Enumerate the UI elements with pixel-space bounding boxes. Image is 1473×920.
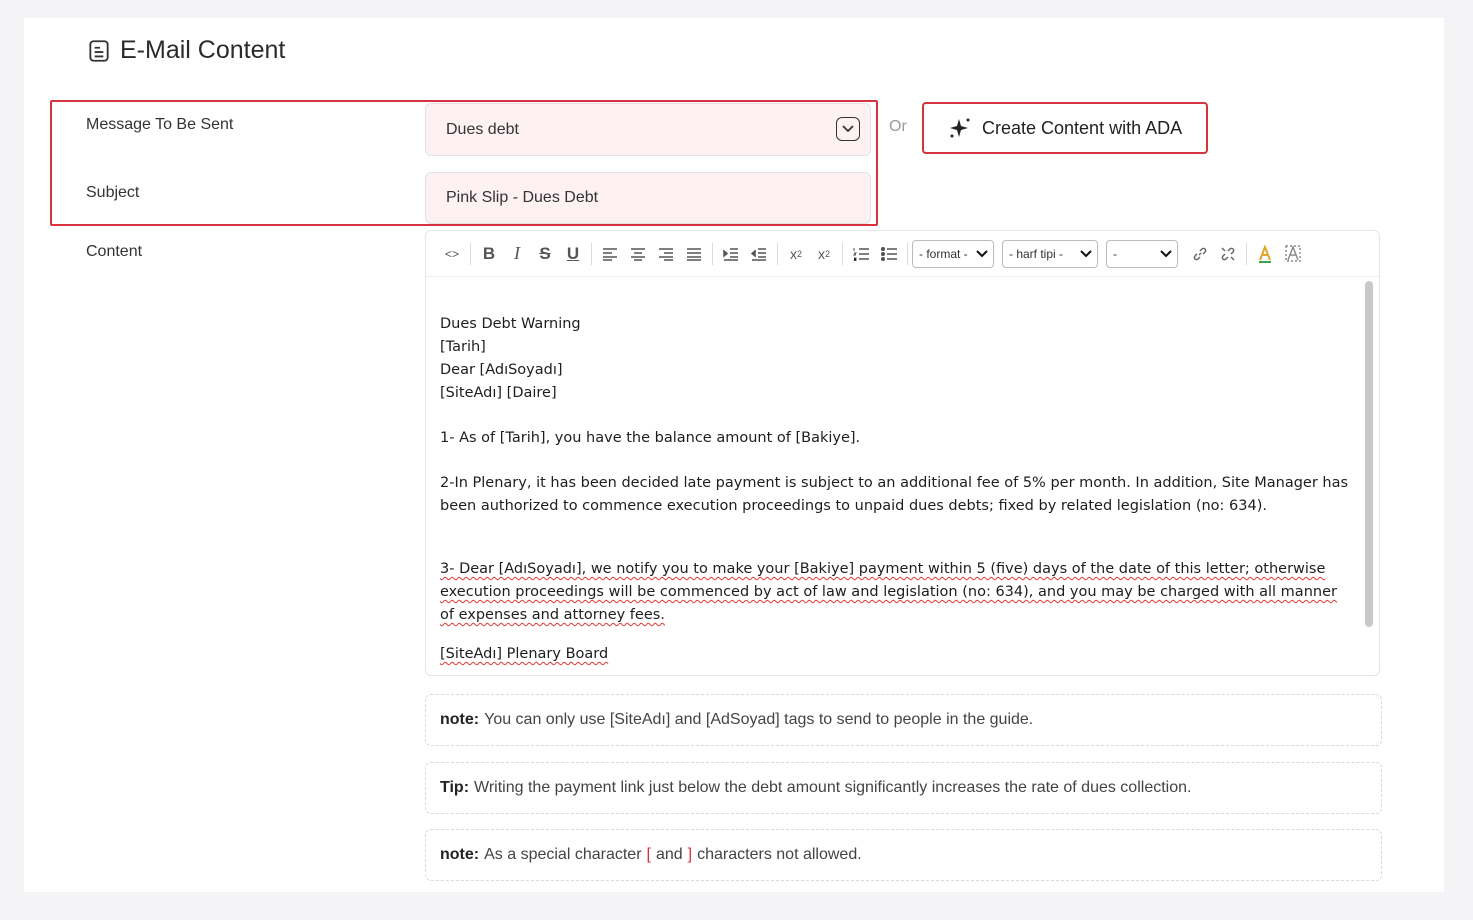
note-text-pre: As a special character	[484, 846, 642, 863]
subject-input[interactable]: Pink Slip - Dues Debt	[425, 172, 871, 224]
content-paragraph-3: 3- Dear [AdıSoyadı], we notify you to ma…	[440, 561, 1337, 623]
toolbar-divider	[842, 242, 843, 265]
unordered-list-icon[interactable]	[875, 240, 903, 268]
message-select[interactable]: Dues debt	[425, 103, 871, 156]
create-content-ada-button[interactable]: Create Content with ADA	[922, 102, 1208, 154]
document-icon	[89, 39, 109, 62]
strikethrough-button[interactable]: S	[531, 240, 559, 268]
note-text-and: and	[655, 846, 683, 863]
message-select-value: Dues debt	[446, 120, 519, 138]
or-text: Or	[889, 118, 907, 135]
font-select-value: - harf tipi -	[1009, 246, 1064, 261]
format-select[interactable]: - format -	[912, 239, 994, 268]
toolbar-divider	[907, 242, 908, 265]
open-bracket-char: [	[646, 846, 651, 863]
content-paragraph-1: 1- As of [Tarih], you have the balance a…	[440, 430, 861, 446]
font-select[interactable]: - harf tipi -	[1002, 239, 1098, 268]
align-left-icon[interactable]	[596, 240, 624, 268]
size-select[interactable]: -	[1106, 239, 1178, 268]
align-right-icon[interactable]	[652, 240, 680, 268]
content-paragraph-2: 2-In Plenary, it has been decided late p…	[440, 475, 1349, 514]
toolbar-divider	[777, 242, 778, 265]
sparkle-icon	[950, 118, 970, 138]
clear-format-icon[interactable]	[1279, 240, 1307, 268]
content-signature: [SiteAdı] Plenary Board	[440, 646, 609, 662]
ordered-list-icon[interactable]	[847, 240, 875, 268]
align-center-icon[interactable]	[624, 240, 652, 268]
chevron-down-icon	[1080, 249, 1092, 257]
toolbar-divider	[1246, 242, 1247, 265]
note-label: note:	[440, 846, 480, 863]
editor-scrollbar[interactable]	[1365, 281, 1373, 627]
note-text: You can only use [SiteAdı] and [AdSoyad]…	[484, 711, 1034, 728]
link-icon[interactable]	[1186, 240, 1214, 268]
toolbar-divider	[591, 242, 592, 265]
note-text-post: characters not allowed.	[697, 846, 862, 863]
source-code-icon[interactable]: <>	[438, 240, 466, 268]
outdent-icon[interactable]	[745, 240, 773, 268]
page-title: E-Mail Content	[120, 36, 286, 64]
indent-icon[interactable]	[717, 240, 745, 268]
superscript-button[interactable]: x2	[810, 240, 838, 268]
format-select-value: - format -	[919, 246, 968, 261]
underline-button[interactable]: U	[559, 240, 587, 268]
content-heading: Dues Debt Warning	[440, 316, 581, 332]
content-label: Content	[86, 243, 143, 260]
toolbar-divider	[712, 242, 713, 265]
text-color-icon[interactable]	[1251, 240, 1279, 268]
tip-text: Writing the payment link just below the …	[474, 779, 1192, 796]
content-date: [Tarih]	[440, 339, 486, 355]
toolbar-divider	[470, 242, 471, 265]
close-bracket-char: ]	[687, 846, 693, 863]
align-justify-icon[interactable]	[680, 240, 708, 268]
note-tags: note: You can only use [SiteAdı] and [Ad…	[425, 694, 1382, 746]
content-greeting: Dear [AdıSoyadı]	[440, 362, 563, 378]
bold-button[interactable]: B	[475, 240, 503, 268]
note-label: note:	[440, 711, 480, 728]
ada-button-label: Create Content with ADA	[982, 117, 1183, 138]
subscript-button[interactable]: x2	[782, 240, 810, 268]
italic-button[interactable]: I	[503, 240, 531, 268]
chevron-down-icon	[1160, 249, 1172, 257]
tip-label: Tip:	[440, 779, 470, 796]
section-title: E-Mail Content	[86, 36, 285, 65]
size-select-value: -	[1113, 246, 1117, 261]
subject-input-value: Pink Slip - Dues Debt	[446, 189, 599, 206]
tip-payment-link: Tip: Writing the payment link just below…	[425, 762, 1382, 814]
subject-label: Subject	[86, 184, 140, 201]
message-label: Message To Be Sent	[86, 116, 234, 133]
editor-toolbar: <> B I S U x2 x2 - format - - harf tipi …	[426, 231, 1379, 277]
chevron-down-icon[interactable]	[836, 117, 860, 141]
content-site: [SiteAdı] [Daire]	[440, 385, 557, 401]
unlink-icon[interactable]	[1214, 240, 1242, 268]
rich-text-editor[interactable]: <> B I S U x2 x2 - format - - harf tipi …	[425, 230, 1380, 676]
chevron-down-icon	[976, 249, 988, 257]
note-special-characters: note: As a special character [ and ] cha…	[425, 829, 1382, 881]
editor-content[interactable]: Dues Debt Warning [Tarih] Dear [AdıSoyad…	[440, 313, 1350, 666]
